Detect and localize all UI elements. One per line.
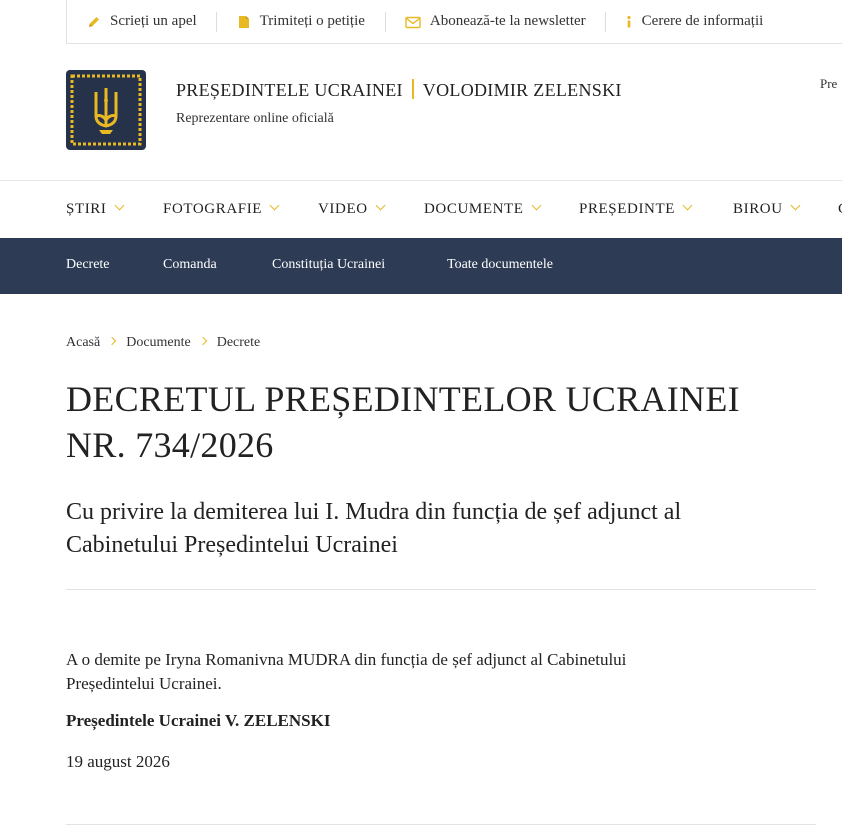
write-appeal-link[interactable]: Scrieți un apel — [87, 12, 197, 32]
breadcrumb: Acasă Documente Decrete — [66, 335, 260, 351]
decree-body-line2: Președintelui Ucrainei. — [66, 674, 222, 693]
page-title-line1: DECRETUL PREȘEDINTELOR UCRAINEI — [66, 379, 740, 419]
subnav-item-constitution[interactable]: Constituția Ucrainei — [272, 257, 385, 273]
utility-bar: Scrieți un apel Trimiteți o petiție Abon… — [66, 0, 842, 44]
write-appeal-label: Scrieți un apel — [110, 13, 197, 29]
chevron-right-icon — [198, 336, 207, 346]
nav-item-label: PREȘEDINTE — [579, 201, 675, 217]
nav-item-news[interactable]: ȘTIRI — [66, 200, 124, 218]
breadcrumb-decrees[interactable]: Decrete — [217, 335, 261, 350]
page-subtitle: Cu privire la demiterea lui I. Mudra din… — [66, 496, 806, 562]
chevron-down-icon — [114, 200, 124, 211]
site-title-name: VOLODIMIR ZELENSKI — [422, 80, 622, 100]
site-title[interactable]: PREȘEDINTELE UCRAINEI VOLODIMIR ZELENSKI — [176, 79, 622, 101]
nav-item-label: FOTOGRAFIE — [163, 201, 263, 217]
chevron-down-icon — [375, 200, 386, 211]
decree-date: 19 august 2026 — [66, 752, 170, 771]
envelope-icon — [405, 16, 421, 28]
nav-item-video[interactable]: VIDEO — [318, 200, 386, 218]
nav-item-label: BIROU — [733, 201, 783, 217]
nav-item-label: ȘTIRI — [66, 201, 107, 217]
document-icon — [238, 15, 249, 28]
nav-item-office[interactable]: BIROU — [733, 200, 801, 218]
chevron-down-icon — [790, 200, 801, 211]
divider — [215, 11, 217, 32]
page-title-line2: NR. 734/2026 — [66, 425, 274, 465]
divider — [66, 589, 816, 590]
send-petition-link[interactable]: Trimiteți o petiție — [237, 12, 365, 32]
subnav-item-all-documents[interactable]: Toate documentele — [447, 257, 553, 273]
chevron-down-icon — [682, 200, 693, 211]
decree-body-line1: A o demite pe Iryna Romanivna MUDRA din … — [66, 650, 627, 669]
page-subtitle-line1: Cu privire la demiterea lui I. Mudra din… — [66, 499, 682, 525]
site-subtitle: Reprezentare online oficială — [176, 111, 334, 126]
nav-item-president[interactable]: PREȘEDINTE — [579, 200, 693, 218]
site-logo[interactable] — [66, 70, 146, 150]
nav-item-label: C — [838, 201, 842, 217]
trident-emblem-icon — [70, 74, 142, 146]
subnav-item-decrees[interactable]: Decrete — [66, 257, 110, 273]
site-title-president: PREȘEDINTELE UCRAINEI — [176, 80, 403, 100]
breadcrumb-home[interactable]: Acasă — [66, 335, 100, 350]
newsletter-link[interactable]: Abonează-te la newsletter — [405, 12, 586, 32]
divider — [384, 11, 386, 32]
info-request-label: Cerere de informații — [641, 13, 764, 29]
breadcrumb-documents[interactable]: Documente — [126, 335, 191, 350]
newsletter-label: Abonează-te la newsletter — [429, 13, 586, 29]
decree-body: A o demite pe Iryna Romanivna MUDRA din … — [66, 648, 766, 696]
divider — [66, 824, 816, 825]
title-divider — [411, 79, 414, 99]
divider — [604, 11, 606, 32]
page-title: DECRETUL PREȘEDINTELOR UCRAINEI NR. 734/… — [66, 376, 806, 468]
chevron-right-icon — [107, 336, 117, 346]
sub-nav: Decrete Comanda Constituția Ucrainei Toa… — [0, 238, 842, 294]
decree-signature: Președintele Ucrainei V. ZELENSKI — [66, 711, 331, 730]
subnav-item-orders[interactable]: Comanda — [163, 257, 217, 273]
nav-item-cut[interactable]: C — [838, 201, 842, 218]
nav-item-documents[interactable]: DOCUMENTE — [424, 200, 542, 218]
send-petition-label: Trimiteți o petiție — [259, 13, 365, 29]
nav-item-label: VIDEO — [318, 201, 368, 217]
info-request-link[interactable]: Cerere de informații — [625, 12, 764, 32]
pencil-icon — [89, 16, 99, 27]
truncated-header-link[interactable]: Pre — [820, 76, 837, 92]
page-subtitle-line2: Cabinetului Președintelui Ucrainei — [66, 532, 398, 558]
info-icon — [627, 15, 631, 27]
nav-item-photo[interactable]: FOTOGRAFIE — [163, 200, 280, 218]
chevron-down-icon — [531, 200, 542, 211]
chevron-down-icon — [269, 200, 280, 211]
nav-item-label: DOCUMENTE — [424, 201, 524, 217]
main-nav: ȘTIRI FOTOGRAFIE VIDEO DOCUMENTE PREȘEDI… — [0, 180, 842, 238]
